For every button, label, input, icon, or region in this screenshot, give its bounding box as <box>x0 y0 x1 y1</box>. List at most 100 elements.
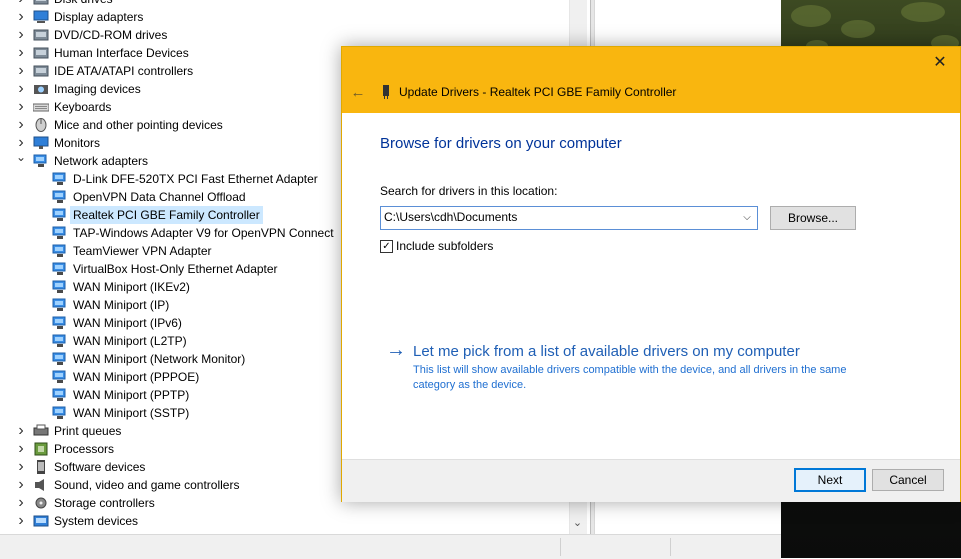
processor-icon <box>33 442 49 456</box>
tree-item-label[interactable]: Human Interface Devices <box>51 44 192 62</box>
chevron-right-icon[interactable]: › <box>15 8 27 26</box>
dialog-footer <box>342 459 960 502</box>
chevron-right-icon[interactable]: › <box>15 458 27 476</box>
chevron-down-icon[interactable]: ⌵ <box>740 209 754 227</box>
chevron-right-icon[interactable]: › <box>15 0 27 8</box>
mouse-icon <box>33 118 49 132</box>
network-adapter-icon <box>33 154 49 168</box>
pick-driver-description: This list will show available drivers co… <box>413 364 847 391</box>
disk-drive-icon <box>33 0 49 6</box>
tree-item-label[interactable]: OpenVPN Data Channel Offload <box>70 188 249 206</box>
chevron-right-icon[interactable]: › <box>15 476 27 494</box>
tree-item-label[interactable]: TAP-Windows Adapter V9 for OpenVPN Conne… <box>70 224 337 242</box>
tree-item-label[interactable]: WAN Miniport (Network Monitor) <box>70 350 248 368</box>
tree-item-label[interactable]: Keyboards <box>51 98 114 116</box>
chevron-right-icon[interactable]: › <box>15 80 27 98</box>
display-adapter-icon <box>33 10 49 24</box>
network-adapter-icon <box>52 352 68 366</box>
checkbox-check-icon[interactable]: ✓ <box>380 240 393 253</box>
dialog-header <box>342 47 960 113</box>
update-drivers-dialog: ✕ ← Update Drivers - Realtek PCI GBE Fam… <box>341 46 961 502</box>
tree-category[interactable]: › System devices <box>0 512 570 530</box>
back-arrow-icon[interactable]: ← <box>348 83 368 103</box>
tree-item-label[interactable]: Display adapters <box>51 8 146 26</box>
monitor-icon <box>33 136 49 150</box>
tree-item-label[interactable]: Processors <box>51 440 117 458</box>
network-adapter-icon <box>52 316 68 330</box>
system-device-icon <box>33 514 49 528</box>
tree-category[interactable]: › Display adapters <box>0 8 570 26</box>
hid-icon <box>33 46 49 60</box>
tree-item-label[interactable]: System devices <box>51 512 141 530</box>
pick-driver-link[interactable]: Let me pick from a list of available dri… <box>413 343 800 360</box>
chevron-right-icon[interactable]: › <box>15 440 27 458</box>
network-card-icon <box>383 85 389 99</box>
tree-item-label[interactable]: VirtualBox Host-Only Ethernet Adapter <box>70 260 281 278</box>
tree-item-label[interactable]: D-Link DFE-520TX PCI Fast Ethernet Adapt… <box>70 170 321 188</box>
chevron-right-icon[interactable]: › <box>15 98 27 116</box>
chevron-right-icon[interactable]: › <box>15 116 27 134</box>
network-adapter-icon <box>52 244 68 258</box>
browse-button[interactable]: Browse... <box>770 206 856 230</box>
chevron-right-icon[interactable]: › <box>15 44 27 62</box>
tree-item-label[interactable]: DVD/CD-ROM drives <box>51 26 170 44</box>
tree-item-label[interactable]: WAN Miniport (IPv6) <box>70 314 185 332</box>
network-adapter-icon <box>52 226 68 240</box>
scroll-down-arrow-icon[interactable]: ⌄ <box>569 514 586 532</box>
tree-item-label[interactable]: Print queues <box>51 422 124 440</box>
dvd-drive-icon <box>33 28 49 42</box>
tree-category[interactable]: › Disk drives <box>0 0 570 8</box>
arrow-right-icon[interactable]: → <box>386 339 406 361</box>
tree-item-label[interactable]: Mice and other pointing devices <box>51 116 226 134</box>
tree-item-label[interactable]: IDE ATA/ATAPI controllers <box>51 62 196 80</box>
chevron-right-icon[interactable]: › <box>15 26 27 44</box>
camera-icon <box>33 82 49 96</box>
tree-item-label[interactable]: WAN Miniport (L2TP) <box>70 332 190 350</box>
tree-item-label[interactable]: WAN Miniport (PPTP) <box>70 386 192 404</box>
network-adapter-icon <box>52 280 68 294</box>
network-adapter-icon <box>52 190 68 204</box>
tree-category[interactable]: › DVD/CD-ROM drives <box>0 26 570 44</box>
network-adapter-icon <box>52 370 68 384</box>
network-adapter-icon <box>52 208 68 222</box>
include-subfolders-label[interactable]: Include subfolders <box>396 239 493 253</box>
tree-item-label[interactable]: Network adapters <box>51 152 151 170</box>
tree-item-label[interactable]: WAN Miniport (IKEv2) <box>70 278 193 296</box>
status-bar <box>0 534 781 559</box>
tree-item-label[interactable]: WAN Miniport (IP) <box>70 296 172 314</box>
chevron-right-icon[interactable]: › <box>15 494 27 512</box>
chevron-right-icon[interactable]: › <box>15 422 27 440</box>
tree-item-label[interactable]: Disk drives <box>51 0 116 8</box>
chevron-right-icon[interactable]: › <box>15 62 27 80</box>
chevron-right-icon[interactable]: › <box>15 512 27 530</box>
keyboard-icon <box>32 100 50 114</box>
dialog-title: Update Drivers - Realtek PCI GBE Family … <box>399 85 677 99</box>
tree-item-label[interactable]: Imaging devices <box>51 80 144 98</box>
cancel-button[interactable]: Cancel <box>872 469 944 491</box>
tree-item-label[interactable]: Storage controllers <box>51 494 158 512</box>
chevron-down-icon[interactable]: ⌄ <box>15 151 27 163</box>
network-adapter-icon <box>52 334 68 348</box>
tree-item-label[interactable]: WAN Miniport (SSTP) <box>70 404 192 422</box>
next-button[interactable]: Next <box>794 468 866 492</box>
network-adapter-icon <box>52 262 68 276</box>
storage-controller-icon <box>33 496 49 510</box>
ide-controller-icon <box>33 64 49 78</box>
tree-item-label[interactable]: WAN Miniport (PPPOE) <box>70 368 202 386</box>
network-adapter-icon <box>52 298 68 312</box>
search-location-label: Search for drivers in this location: <box>380 184 558 198</box>
dialog-heading: Browse for drivers on your computer <box>380 135 622 152</box>
speaker-icon <box>33 478 49 492</box>
network-adapter-icon <box>52 172 68 186</box>
tree-item-label[interactable]: Sound, video and game controllers <box>51 476 242 494</box>
driver-path-combobox[interactable]: ⌵ <box>380 206 758 230</box>
close-icon[interactable]: ✕ <box>928 53 952 73</box>
driver-path-input[interactable] <box>384 209 734 225</box>
printer-icon <box>33 424 49 438</box>
network-adapter-icon <box>52 406 68 420</box>
software-device-icon <box>33 460 49 474</box>
tree-item-label[interactable]: Realtek PCI GBE Family Controller <box>70 206 263 224</box>
tree-item-label[interactable]: Software devices <box>51 458 148 476</box>
tree-item-label[interactable]: TeamViewer VPN Adapter <box>70 242 215 260</box>
tree-item-label[interactable]: Monitors <box>51 134 103 152</box>
